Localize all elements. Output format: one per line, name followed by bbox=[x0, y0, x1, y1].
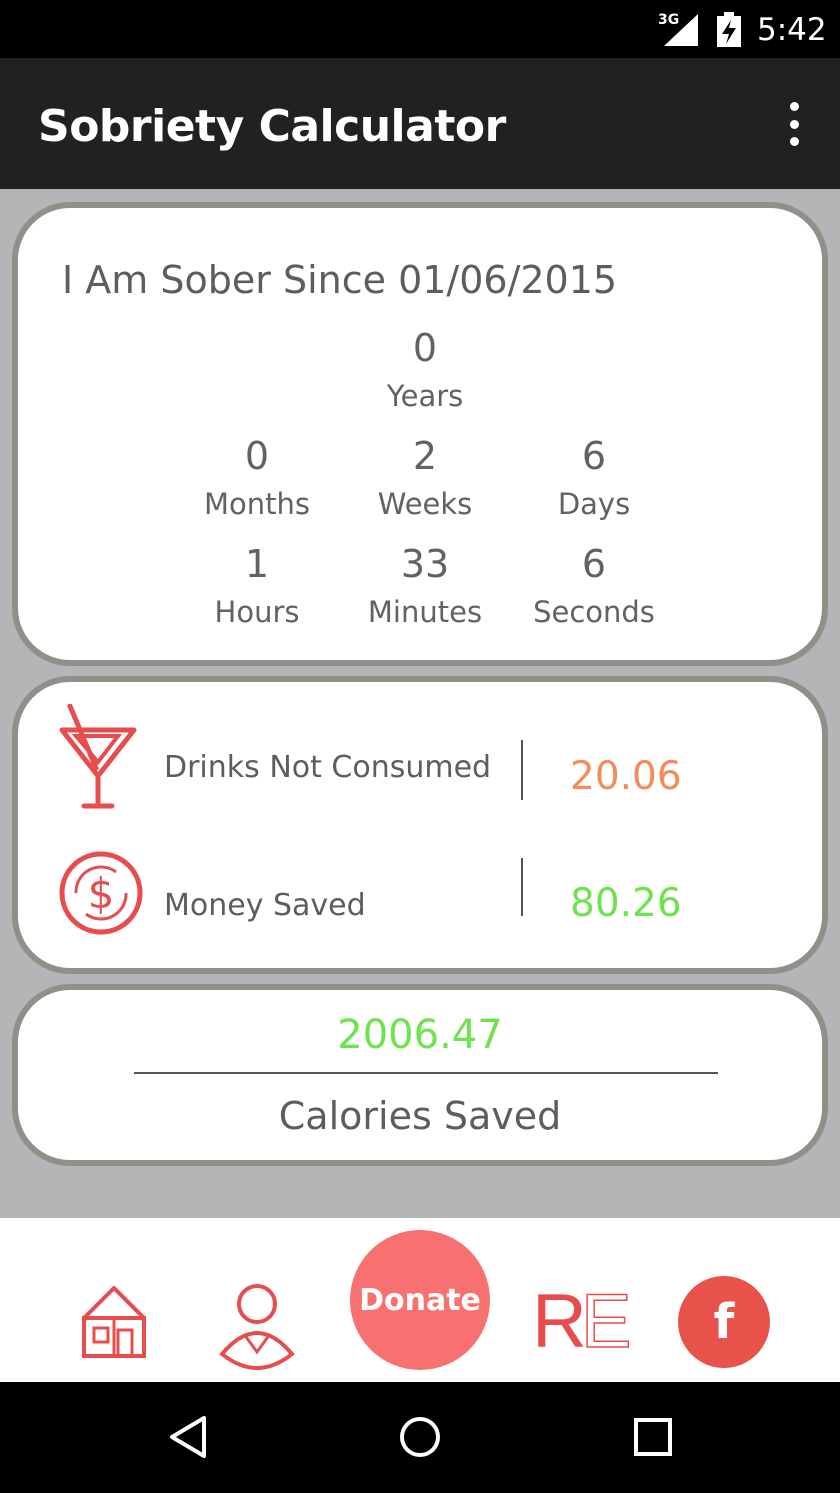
years-label: Years bbox=[386, 379, 464, 413]
seconds-cell: 6 Seconds bbox=[509, 542, 679, 630]
years-cell: 0 Years bbox=[340, 326, 510, 414]
days-label: Days bbox=[557, 487, 631, 521]
sobriety-time-card: I Am Sober Since 01/06/2015 0 Years 0 Mo… bbox=[12, 202, 828, 666]
battery-charging-icon bbox=[717, 12, 741, 47]
home-nav-icon[interactable] bbox=[398, 1414, 442, 1460]
months-cell: 0 Months bbox=[172, 434, 342, 522]
minutes-label: Minutes bbox=[367, 595, 483, 629]
months-label: Months bbox=[203, 487, 310, 521]
days-cell: 6 Days bbox=[509, 434, 679, 522]
seconds-value: 6 bbox=[581, 542, 607, 586]
re-logo-r: R bbox=[532, 1279, 587, 1364]
calories-card: 2006.47 Calories Saved bbox=[12, 984, 828, 1166]
weeks-value: 2 bbox=[412, 434, 438, 478]
drinks-not-consumed-value: 20.06 bbox=[570, 754, 682, 799]
recents-icon[interactable] bbox=[632, 1414, 676, 1460]
app-title: Sobriety Calculator bbox=[38, 101, 506, 152]
months-value: 0 bbox=[244, 434, 270, 478]
svg-text:$: $ bbox=[88, 869, 115, 918]
status-bar: 3G 5:42 bbox=[0, 0, 840, 58]
home-icon[interactable] bbox=[80, 1284, 148, 1360]
back-icon[interactable] bbox=[166, 1414, 210, 1460]
divider bbox=[134, 1072, 718, 1074]
facebook-icon: f bbox=[713, 1294, 735, 1350]
clock: 5:42 bbox=[757, 12, 827, 48]
app-bar: Sobriety Calculator bbox=[0, 58, 840, 189]
navigation-bar bbox=[0, 1382, 840, 1493]
divider bbox=[521, 740, 523, 800]
calories-saved-label: Calories Saved bbox=[278, 1094, 562, 1138]
dollar-coin-icon: $ bbox=[59, 851, 143, 935]
seconds-label: Seconds bbox=[533, 595, 655, 629]
money-saved-value: 80.26 bbox=[570, 881, 682, 926]
divider bbox=[521, 858, 523, 916]
weeks-cell: 2 Weeks bbox=[340, 434, 510, 522]
money-saved-label: Money Saved bbox=[164, 888, 366, 923]
hours-cell: 1 Hours bbox=[172, 542, 342, 630]
re-logo-e: E bbox=[580, 1279, 632, 1364]
hours-label: Hours bbox=[214, 595, 300, 629]
bottom-toolbar: Donate RE f bbox=[0, 1218, 840, 1382]
days-value: 6 bbox=[581, 434, 607, 478]
sober-since-text: I Am Sober Since 01/06/2015 bbox=[62, 258, 618, 302]
profile-icon[interactable] bbox=[218, 1282, 296, 1370]
dot-icon bbox=[789, 137, 799, 146]
minutes-value: 33 bbox=[400, 542, 450, 586]
re-logo[interactable]: RE bbox=[532, 1283, 632, 1361]
minutes-cell: 33 Minutes bbox=[340, 542, 510, 630]
facebook-button[interactable]: f bbox=[678, 1276, 770, 1368]
dot-icon bbox=[789, 119, 799, 129]
savings-card: Drinks Not Consumed 20.06 $ Money Saved … bbox=[12, 676, 828, 974]
hours-value: 1 bbox=[244, 542, 270, 586]
signal-icon bbox=[664, 14, 698, 46]
calories-saved-value: 2006.47 bbox=[337, 1012, 503, 1058]
weeks-label: Weeks bbox=[377, 487, 473, 521]
overflow-menu-button[interactable] bbox=[782, 102, 806, 146]
donate-button[interactable]: Donate bbox=[350, 1230, 490, 1370]
cocktail-icon bbox=[59, 704, 137, 809]
years-value: 0 bbox=[412, 326, 438, 370]
dot-icon bbox=[789, 102, 799, 111]
drinks-not-consumed-label: Drinks Not Consumed bbox=[164, 750, 492, 785]
